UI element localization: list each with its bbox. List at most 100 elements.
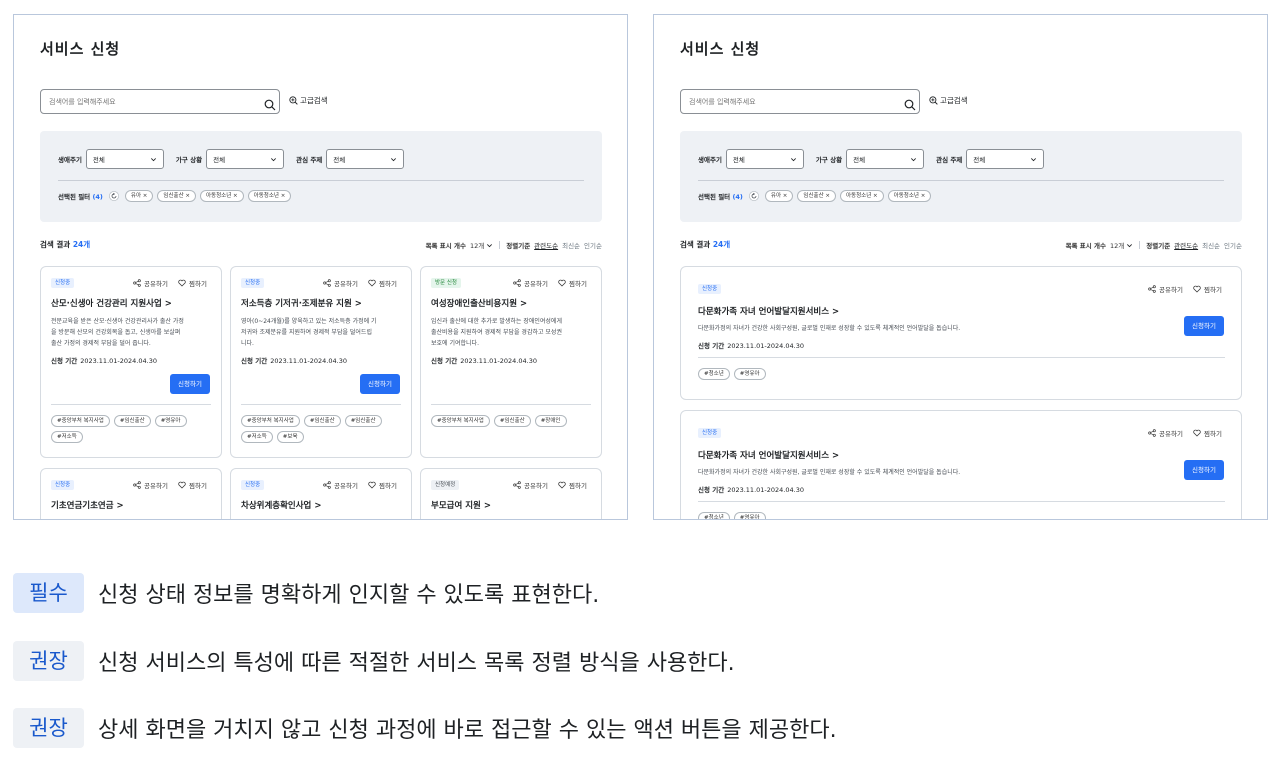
tag[interactable]: #저소득 [241,431,273,443]
criterion-2: 권장 신청 서비스의 특성에 따른 적절한 서비스 목록 정렬 방식을 사용한다… [13,641,735,681]
search-input[interactable] [680,89,920,114]
tag[interactable]: #임신출산 [303,415,341,427]
like-button[interactable]: 찜하기 [178,480,207,490]
heart-icon [1193,429,1201,437]
like-button[interactable]: 찜하기 [558,278,587,288]
advanced-search-button[interactable]: 고급검색 [289,95,328,106]
filter-chip[interactable]: 유아 × [764,190,794,202]
period-value: 2023.11.01-2024.04.30 [727,486,804,494]
like-button[interactable]: 찜하기 [368,278,397,288]
tag[interactable]: #영유아 [154,415,187,427]
card-title[interactable]: 기초연금기초연금 > [51,499,124,511]
life-cycle-select[interactable]: 전체 [725,149,804,169]
share-button[interactable]: 공유하기 [133,480,168,490]
result-header: 검색 결과 24개 목록 표시 개수 12개 정렬기준 관련도순 최신순 인기순 [40,239,602,251]
tag[interactable]: #임신출산 [113,415,151,427]
filter-chip[interactable]: 유아 × [124,190,154,202]
tag[interactable]: #청소년 [698,368,730,380]
tag[interactable]: #중앙부처 복지사업 [51,415,110,427]
tag[interactable]: #임신출산 [493,415,531,427]
interest-topic-select[interactable]: 전체 [326,149,405,169]
sort-option[interactable]: 최신순 [562,240,580,250]
tag[interactable]: #임신출산 [344,415,382,427]
apply-button[interactable]: 신청하기 [360,374,400,394]
filter-chip[interactable]: 임신출산 × [797,190,836,202]
selected-filters: 선택된 필터 (4) 유아 × 임신출산 × 아동청소년 × 아동청소년 × [698,190,932,202]
share-button[interactable]: 공유하기 [1148,428,1183,438]
period-value: 2023.11.01-2024.04.30 [80,357,157,365]
interest-topic-select[interactable]: 전체 [966,149,1045,169]
card-title[interactable]: 차상위계층확인사업 > [241,499,321,511]
card-title[interactable]: 다문화가족 자녀 언어발달지원서비스 > [698,449,839,461]
period-value: 2023.11.01-2024.04.30 [270,357,347,365]
tag[interactable]: #장애인 [534,415,567,427]
card-title[interactable]: 다문화가족 자녀 언어발달지원서비스 > [698,305,839,317]
like-button[interactable]: 찜하기 [178,278,207,288]
description-line: 출산비용을 지원하여 경제적 부담을 경감하고 모성권 [431,329,562,336]
share-button[interactable]: 공유하기 [513,480,548,490]
tag[interactable]: #영유아 [733,512,766,519]
service-card[interactable]: 신청예정 공유하기 찜하기 부모급여 지원 > [420,468,602,519]
search-input[interactable] [40,89,280,114]
apply-button[interactable]: 신청하기 [170,374,210,394]
period-value: 2023.11.01-2024.04.30 [727,342,804,350]
reset-icon[interactable] [747,191,761,201]
reset-icon[interactable] [107,191,121,201]
per-page-select[interactable]: 12개 [470,240,493,250]
service-card[interactable]: 방문 신청 공유하기 찜하기 여성장애인출산비용지원 > 임신과 출산에 대한 추가로 … [420,266,602,458]
service-card[interactable]: 신청중 공유하기 찜하기 산모·신생아 건강관리 지원사업 > 전문교육을 받은 산모·… [40,266,222,458]
search-icon[interactable] [264,96,276,111]
tag-list: #중앙부처 복지사업 #임신출산 #영유아 #저소득 [51,415,216,443]
card-title[interactable]: 저소득층 기저귀·조제분유 지원 > [241,297,362,309]
share-button[interactable]: 공유하기 [323,480,358,490]
filter-chip[interactable]: 아동청소년 × [840,190,884,202]
like-button[interactable]: 찜하기 [1193,428,1222,438]
service-card[interactable]: 신청중 공유하기 찜하기 다문화가족 자녀 언어발달지원서비스 > 다문화가정의 자녀가… [680,266,1242,400]
like-button[interactable]: 찜하기 [1193,284,1222,294]
search-icon[interactable] [904,96,916,111]
tag[interactable]: #영유아 [733,368,766,380]
per-page-select[interactable]: 12개 [1110,240,1133,250]
selected-filter-count: (4) [92,193,103,201]
sort-option[interactable]: 최신순 [1202,240,1220,250]
filter-chip[interactable]: 아동청소년 × [200,190,244,202]
advanced-search-button[interactable]: 고급검색 [929,95,968,106]
filter-chip[interactable]: 아동청소년 × [887,190,932,202]
sort-option[interactable]: 인기순 [584,240,602,250]
share-icon [323,279,331,287]
service-card[interactable]: 신청중 공유하기 찜하기 저소득층 기저귀·조제분유 지원 > 영아(0~24개월)를 … [230,266,412,458]
household-situation-select[interactable]: 전체 [206,149,285,169]
divider [51,404,211,405]
tag[interactable]: #보육 [276,431,304,443]
tag[interactable]: #저소득 [51,431,83,443]
card-title[interactable]: 부모급여 지원 > [431,499,491,511]
share-button[interactable]: 공유하기 [133,278,168,288]
tag[interactable]: #중앙부처 복지사업 [241,415,300,427]
share-button[interactable]: 공유하기 [513,278,548,288]
life-cycle-select[interactable]: 전체 [85,149,164,169]
share-button[interactable]: 공유하기 [1148,284,1183,294]
share-label: 공유하기 [524,482,548,490]
like-button[interactable]: 찜하기 [558,480,587,490]
service-card[interactable]: 신청중 공유하기 찜하기 다문화가족 자녀 언어발달지원서비스 > 다문화가정의 자녀가… [680,410,1242,519]
sort-option[interactable]: 관련도순 [1174,240,1198,250]
service-card[interactable]: 신청중 공유하기 찜하기 차상위계층확인사업 > [230,468,412,519]
tag[interactable]: #중앙부처 복지사업 [431,415,490,427]
page-title: 서비스 신청 [680,40,761,58]
chevron-down-icon [910,156,917,163]
heart-icon [1193,285,1201,293]
card-title[interactable]: 산모·신생아 건강관리 지원사업 > [51,297,172,309]
household-situation-select[interactable]: 전체 [846,149,925,169]
sort-option[interactable]: 관련도순 [534,240,558,250]
sort-option[interactable]: 인기순 [1224,240,1242,250]
apply-button[interactable]: 신청하기 [1184,460,1224,480]
filter-chip[interactable]: 임신출산 × [157,190,196,202]
card-title[interactable]: 여성장애인출산비용지원 > [431,297,527,309]
divider [499,241,501,249]
service-card[interactable]: 신청중 공유하기 찜하기 기초연금기초연금 > [40,468,222,519]
share-button[interactable]: 공유하기 [323,278,358,288]
tag[interactable]: #청소년 [698,512,730,519]
filter-chip[interactable]: 아동청소년 × [247,190,292,202]
apply-button[interactable]: 신청하기 [1184,316,1224,336]
like-button[interactable]: 찜하기 [368,480,397,490]
